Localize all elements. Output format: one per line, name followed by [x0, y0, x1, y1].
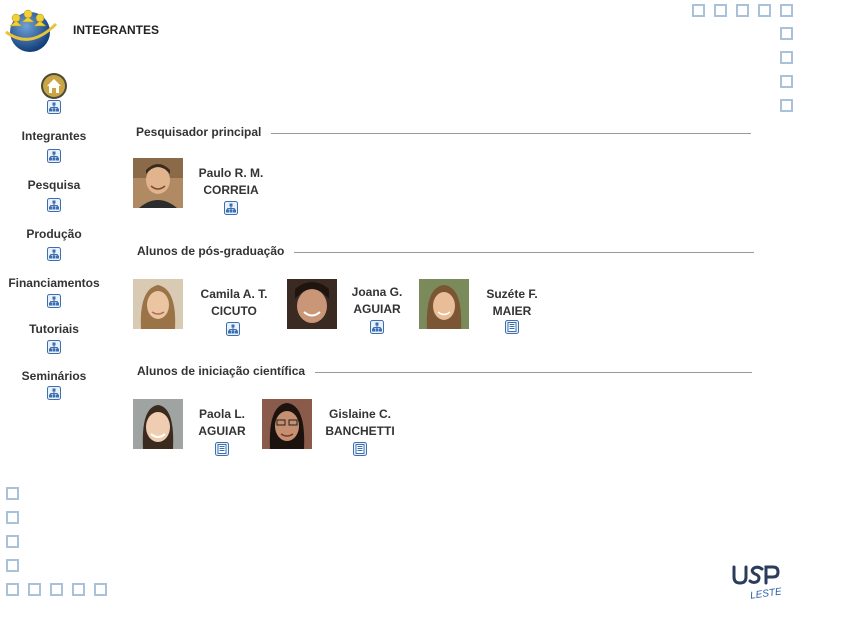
member-first-name: Suzéte F. [486, 287, 538, 301]
member-last-name: AGUIAR [353, 302, 401, 316]
member-first-name: Camila A. T. [200, 287, 268, 301]
sidebar-item-tutoriais[interactable]: Tutoriais [0, 322, 108, 336]
square-decoration [6, 583, 19, 596]
sitemap-icon[interactable] [47, 100, 61, 114]
member-last-name: CORREIA [203, 183, 259, 197]
document-icon[interactable] [353, 442, 367, 456]
square-decoration [780, 51, 793, 64]
member-first-name: Paulo R. M. [198, 166, 264, 180]
member-photo [287, 279, 337, 329]
section-heading-principal: Pesquisador principal [136, 125, 262, 139]
lattes-icon[interactable] [370, 320, 384, 334]
square-decoration [6, 487, 19, 500]
svg-text:LESTE: LESTE [749, 586, 782, 599]
member-name[interactable]: Paola L. AGUIAR [177, 406, 267, 440]
member-name[interactable]: Joana G. AGUIAR [332, 284, 422, 318]
section-heading-pos-graduacao: Alunos de pós-graduação [137, 244, 285, 258]
sidebar-item-pesquisa[interactable]: Pesquisa [0, 178, 108, 192]
sidebar-item-producao[interactable]: Produção [0, 227, 108, 241]
sitemap-icon[interactable] [47, 149, 61, 163]
member-last-name: BANCHETTI [325, 424, 395, 438]
square-decoration [6, 535, 19, 548]
sitemap-icon[interactable] [47, 340, 61, 354]
home-button[interactable] [40, 72, 68, 100]
usp-leste-logo[interactable]: LESTE [730, 563, 802, 602]
square-decoration [780, 99, 793, 112]
square-decoration [94, 583, 107, 596]
member-name[interactable]: Suzéte F. MAIER [467, 286, 557, 320]
square-decoration [780, 75, 793, 88]
section-divider [294, 252, 754, 253]
sitemap-icon[interactable] [47, 294, 61, 308]
sitemap-icon[interactable] [47, 198, 61, 212]
member-name[interactable]: Camila A. T. CICUTO [189, 286, 279, 320]
section-divider [271, 133, 751, 134]
member-last-name: MAIER [492, 304, 532, 318]
member-last-name: AGUIAR [198, 424, 246, 438]
member-photo [419, 279, 469, 329]
member-name[interactable]: Gislaine C. BANCHETTI [315, 406, 405, 440]
lattes-icon[interactable] [226, 322, 240, 336]
section-heading-iniciacao-cientifica: Alunos de iniciação científica [137, 364, 306, 378]
square-decoration [736, 4, 749, 17]
square-decoration [714, 4, 727, 17]
member-first-name: Paola L. [198, 407, 245, 421]
member-first-name: Gislaine C. [328, 407, 392, 421]
square-decoration [758, 4, 771, 17]
square-decoration [780, 4, 793, 17]
sidebar-item-integrantes[interactable]: Integrantes [0, 129, 108, 143]
sitemap-icon[interactable] [47, 386, 61, 400]
member-first-name: Joana G. [351, 285, 403, 299]
member-photo [133, 158, 183, 208]
sidebar-item-seminarios[interactable]: Seminários [0, 369, 108, 383]
sitemap-icon[interactable] [47, 247, 61, 261]
member-last-name: CICUTO [211, 304, 257, 318]
square-decoration [6, 511, 19, 524]
page-title: INTEGRANTES [73, 23, 160, 37]
square-decoration [50, 583, 63, 596]
member-name[interactable]: Paulo R. M. CORREIA [186, 165, 276, 199]
document-icon[interactable] [215, 442, 229, 456]
section-divider [315, 372, 752, 373]
sidebar-item-financiamentos[interactable]: Financiamentos [0, 276, 108, 290]
group-logo[interactable] [2, 6, 58, 54]
square-decoration [6, 559, 19, 572]
square-decoration [780, 27, 793, 40]
square-decoration [72, 583, 85, 596]
square-decoration [692, 4, 705, 17]
member-photo [262, 399, 312, 449]
lattes-icon[interactable] [224, 201, 238, 215]
member-photo [133, 279, 183, 329]
square-decoration [28, 583, 41, 596]
document-icon[interactable] [505, 320, 519, 334]
member-photo [133, 399, 183, 449]
